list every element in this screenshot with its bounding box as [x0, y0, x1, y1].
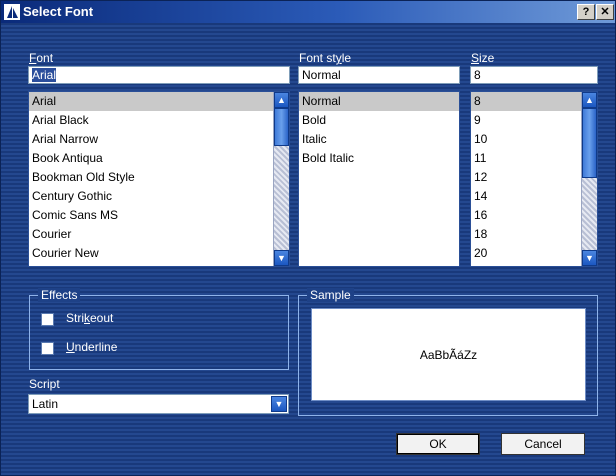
underline-checkbox[interactable]: [41, 342, 54, 355]
font-label: Font: [29, 51, 54, 65]
font-style-list[interactable]: Normal Bold Italic Bold Italic: [298, 91, 460, 267]
size-list-item[interactable]: 14: [471, 187, 581, 206]
size-list-item[interactable]: 12: [471, 168, 581, 187]
font-name-value: Arial: [32, 68, 57, 82]
arrow-down-icon[interactable]: ▼: [274, 250, 289, 266]
size-list-item[interactable]: 10: [471, 130, 581, 149]
size-list-item[interactable]: 9: [471, 111, 581, 130]
title-bar[interactable]: Select Font ? ✕: [1, 1, 615, 23]
font-style-input[interactable]: Normal: [298, 66, 460, 84]
arrow-up-icon[interactable]: ▲: [582, 92, 597, 108]
cancel-button[interactable]: Cancel: [501, 433, 585, 455]
font-list-item[interactable]: Courier New: [29, 244, 273, 263]
size-list-item[interactable]: 8: [471, 92, 581, 111]
sample-title: Sample: [307, 288, 354, 302]
effects-group: Effects: [29, 288, 289, 370]
size-list-item[interactable]: 16: [471, 206, 581, 225]
font-style-list-item[interactable]: Bold: [299, 111, 459, 130]
font-style-list-item[interactable]: Normal: [299, 92, 459, 111]
font-name-input[interactable]: Arial: [28, 66, 290, 84]
font-list-item[interactable]: Book Antiqua: [29, 149, 273, 168]
strikeout-label[interactable]: Strikeout: [66, 311, 113, 325]
ok-button[interactable]: OK: [396, 433, 480, 455]
underline-label[interactable]: Underline: [66, 340, 117, 354]
font-list[interactable]: Arial Arial Black Arial Narrow Book Antiqua…: [28, 91, 290, 267]
help-button[interactable]: ?: [577, 4, 595, 20]
size-list-scroll-thumb[interactable]: [582, 108, 597, 178]
size-list-item[interactable]: 18: [471, 225, 581, 244]
close-button[interactable]: ✕: [596, 4, 614, 20]
font-list-item[interactable]: Courier: [29, 225, 273, 244]
sample-text: AaBbÃáZz: [419, 348, 478, 362]
font-list-scrollbar[interactable]: ▲ ▼: [273, 92, 289, 266]
script-value: Latin: [32, 397, 59, 411]
size-list-item[interactable]: 20: [471, 244, 581, 263]
sample-preview: AaBbÃáZz: [311, 308, 586, 401]
font-style-list-item[interactable]: Italic: [299, 130, 459, 149]
script-label: Script: [29, 377, 60, 391]
size-label: Size: [471, 51, 495, 65]
size-input[interactable]: 8: [470, 66, 598, 84]
font-list-item[interactable]: Comic Sans MS: [29, 206, 273, 225]
font-list-item[interactable]: Century Gothic: [29, 187, 273, 206]
select-font-dialog: Select Font ? ✕ Font Arial Arial Arial Bl…: [0, 0, 616, 476]
font-list-item[interactable]: Arial Black: [29, 111, 273, 130]
font-list-item[interactable]: Arial Narrow: [29, 130, 273, 149]
font-list-item[interactable]: Bookman Old Style: [29, 168, 273, 187]
sail-logo-icon: [4, 4, 20, 20]
effects-title: Effects: [38, 288, 81, 302]
window-title: Select Font: [23, 4, 94, 19]
size-list-item[interactable]: 11: [471, 149, 581, 168]
script-select[interactable]: Latin ▼: [28, 394, 289, 414]
font-style-list-item[interactable]: Bold Italic: [299, 149, 459, 168]
font-list-scroll-thumb[interactable]: [274, 108, 289, 146]
chevron-down-icon[interactable]: ▼: [271, 396, 287, 412]
font-style-label: Font style: [299, 51, 352, 65]
size-list[interactable]: 8 9 10 11 12 14 16 18 20 ▲ ▼: [470, 91, 598, 267]
font-list-item[interactable]: Arial: [29, 92, 273, 111]
strikeout-checkbox[interactable]: [41, 313, 54, 326]
arrow-down-icon[interactable]: ▼: [582, 250, 597, 266]
size-list-scrollbar[interactable]: ▲ ▼: [581, 92, 597, 266]
arrow-up-icon[interactable]: ▲: [274, 92, 289, 108]
